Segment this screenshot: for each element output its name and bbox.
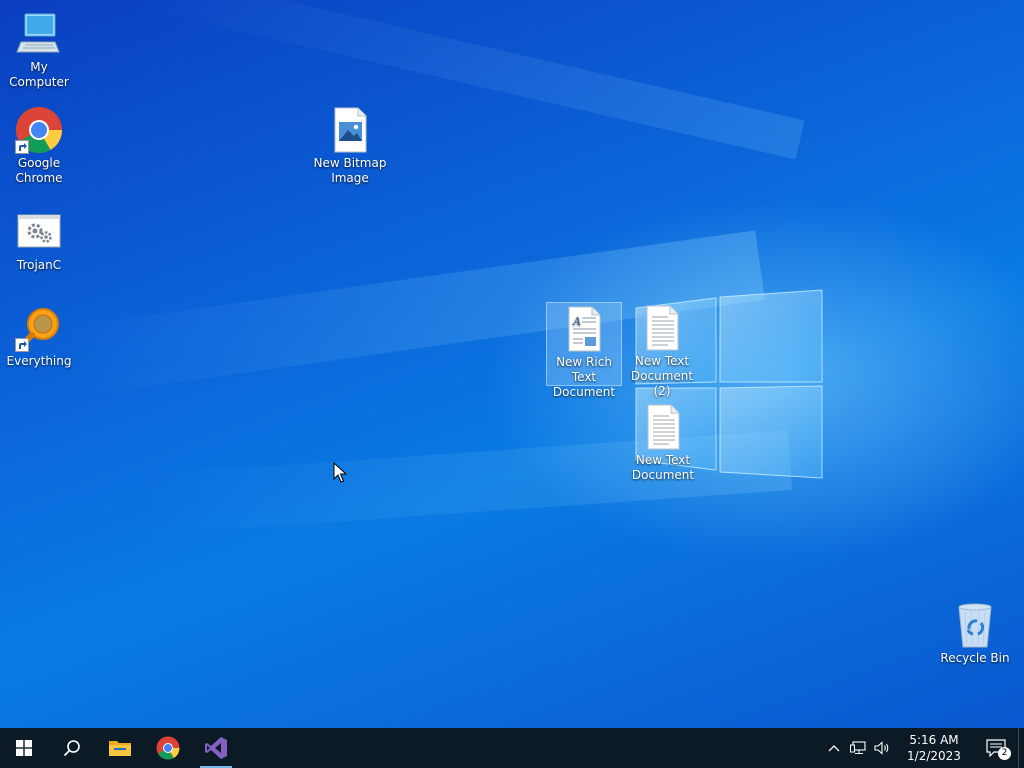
icon-label: My Computer [9, 60, 69, 89]
system-tray: 5:16 AM 1/2/2023 2 [822, 728, 1024, 768]
volume-icon [874, 741, 889, 755]
icon-label: New Rich Text Document [552, 355, 616, 399]
start-button[interactable] [0, 728, 48, 768]
desktop-icon-google-chrome[interactable]: Google Chrome [1, 104, 77, 186]
rich-text-file-icon: A [560, 305, 608, 353]
shortcut-arrow-icon [15, 140, 29, 154]
desktop-icon-everything[interactable]: Everything [1, 302, 77, 369]
network-icon [850, 741, 866, 754]
show-desktop-button[interactable] [1018, 728, 1024, 768]
volume-button[interactable] [870, 728, 894, 768]
mouse-cursor [333, 462, 347, 483]
bitmap-file-icon [326, 106, 374, 154]
desktop-icon-trojanc[interactable]: TrojanC [1, 206, 77, 273]
desktop-icon-my-computer[interactable]: My Computer [1, 8, 77, 90]
recycle-bin-icon [951, 601, 999, 649]
wallpaper-light-beam [132, 0, 805, 160]
icon-label: Recycle Bin [940, 651, 1010, 665]
shortcut-arrow-icon [15, 338, 29, 352]
show-hidden-icons-button[interactable] [822, 728, 846, 768]
search-icon [63, 740, 80, 757]
network-button[interactable] [846, 728, 870, 768]
search-button[interactable] [48, 728, 96, 768]
action-center-button[interactable]: 2 [974, 728, 1018, 768]
desktop-icon-new-text-document-2[interactable]: New Text Document (2) [624, 302, 700, 399]
icon-label: Google Chrome [15, 156, 63, 185]
svg-text:A: A [572, 315, 581, 328]
text-file-icon [639, 403, 687, 451]
icon-label: TrojanC [16, 258, 62, 272]
chrome-icon [156, 736, 180, 760]
text-file-icon [638, 304, 686, 352]
icon-label: New Text Document (2) [630, 354, 694, 398]
chrome-taskbar-button[interactable] [144, 728, 192, 768]
file-explorer-button[interactable] [96, 728, 144, 768]
icon-label: Everything [6, 354, 72, 368]
folder-icon [109, 741, 131, 756]
chevron-up-icon [828, 745, 840, 752]
chrome-icon [15, 106, 63, 154]
clock-date: 1/2/2023 [907, 749, 961, 763]
taskbar: 5:16 AM 1/2/2023 2 [0, 728, 1024, 768]
desktop-icon-new-text-document[interactable]: New Text Document [625, 401, 701, 483]
desktop-icon-recycle-bin[interactable]: Recycle Bin [937, 599, 1013, 666]
clock-time: 5:16 AM [909, 733, 959, 747]
icon-label: New Text Document [631, 453, 695, 482]
clock-button[interactable]: 5:16 AM 1/2/2023 [894, 728, 974, 768]
gear-app-icon [15, 208, 63, 256]
desktop[interactable]: My Computer Google Chrome TrojanC Everyt… [0, 0, 1024, 728]
visual-studio-icon [205, 737, 227, 759]
visual-studio-taskbar-button[interactable] [192, 728, 240, 768]
notification-count-badge: 2 [998, 747, 1011, 760]
windows-start-icon [16, 740, 32, 756]
everything-search-icon [15, 304, 63, 352]
icon-label: New Bitmap Image [313, 156, 387, 185]
desktop-icon-new-rich-text-document[interactable]: A New Rich Text Document [546, 302, 622, 399]
computer-icon [15, 10, 63, 58]
desktop-icon-new-bitmap-image[interactable]: New Bitmap Image [312, 104, 388, 186]
